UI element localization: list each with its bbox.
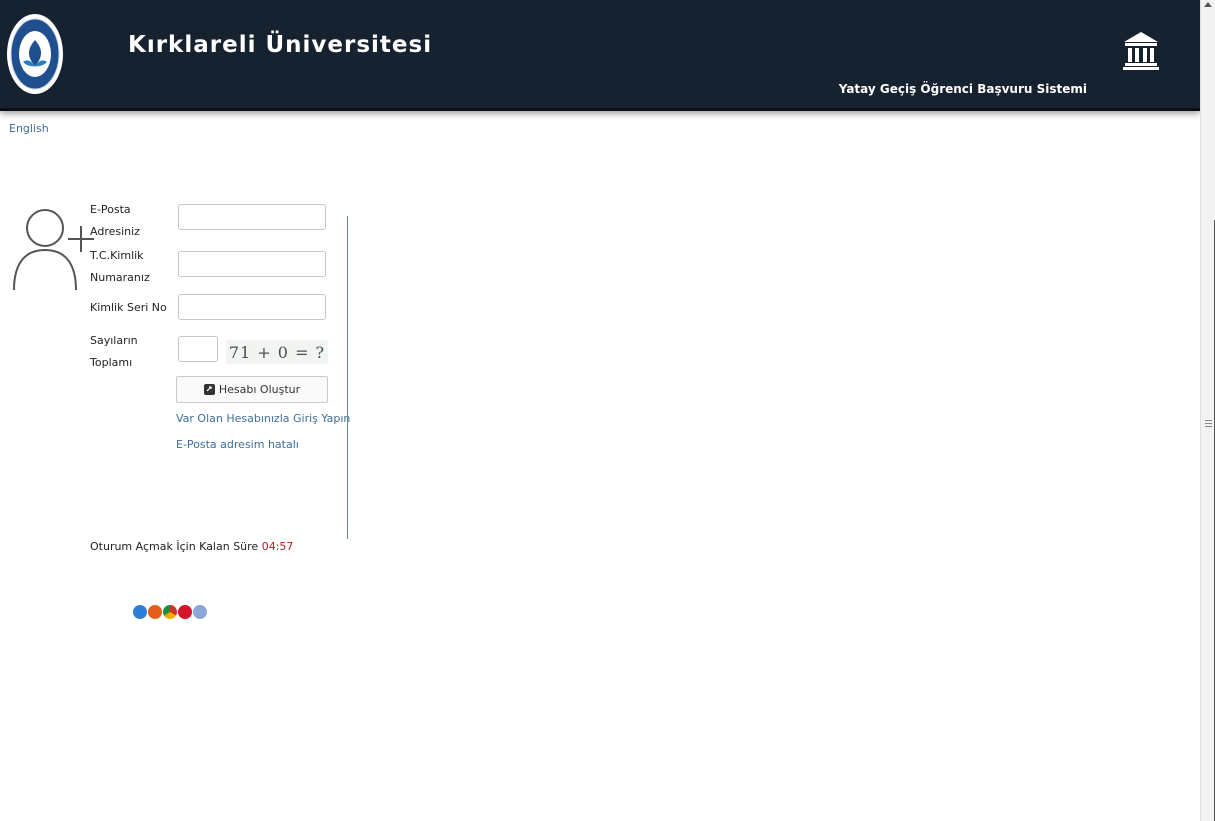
serial-number-field[interactable] xyxy=(178,294,326,320)
create-account-label: Hesabı Oluştur xyxy=(218,383,301,396)
supported-browsers xyxy=(133,605,209,621)
email-field[interactable] xyxy=(178,204,326,230)
scroll-up-arrow-icon[interactable] xyxy=(1204,2,1212,7)
login-existing-link[interactable]: Var Olan Hesabınızla Giriş Yapın xyxy=(176,412,350,425)
add-user-icon xyxy=(13,209,94,290)
scroll-grip-icon[interactable] xyxy=(1205,420,1212,428)
captcha-sum-label: Sayıların Toplamı xyxy=(90,334,138,369)
external-link-icon xyxy=(203,384,215,395)
firefox-icon xyxy=(148,605,162,619)
email-label: E-Posta Adresiniz xyxy=(90,203,140,238)
create-account-button[interactable]: Hesabı Oluştur xyxy=(176,376,328,403)
chrome-icon xyxy=(163,605,177,619)
tc-number-label: T.C.Kimlik Numaranız xyxy=(90,249,150,284)
university-seal-logo xyxy=(7,14,63,94)
top-header: Kırklareli Üniversitesi Yatay Geçiş Öğre… xyxy=(0,0,1200,111)
session-timer-label: Oturum Açmak İçin Kalan Süre xyxy=(90,540,259,553)
english-language-link[interactable]: English xyxy=(9,122,49,135)
captcha-answer-field[interactable] xyxy=(178,336,218,362)
serial-number-label: Kimlik Seri No xyxy=(90,301,167,314)
wrong-email-link[interactable]: E-Posta adresim hatalı xyxy=(176,438,299,451)
session-timer: Oturum Açmak İçin Kalan Süre 04:57 xyxy=(90,540,293,553)
vertical-divider xyxy=(347,216,348,539)
system-title: Yatay Geçiş Öğrenci Başvuru Sistemi xyxy=(838,82,1087,96)
safari-icon xyxy=(193,605,207,619)
captcha-image: 71 + 0 = ? xyxy=(226,340,328,364)
vertical-scrollbar[interactable] xyxy=(1200,0,1215,821)
bank-building-icon xyxy=(1123,32,1159,70)
university-name: Kırklareli Üniversitesi xyxy=(128,32,433,58)
internet-explorer-icon xyxy=(133,605,147,619)
tc-number-field[interactable] xyxy=(178,251,326,277)
opera-icon xyxy=(178,605,192,619)
session-timer-value: 04:57 xyxy=(261,540,294,553)
